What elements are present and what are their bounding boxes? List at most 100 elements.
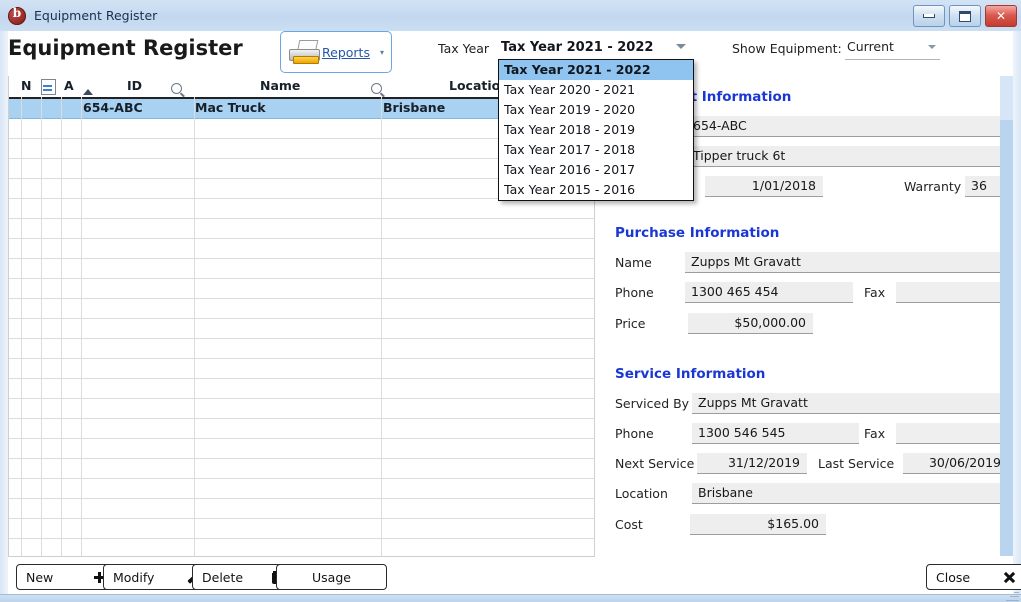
- new-button[interactable]: New: [16, 564, 115, 590]
- table-row-empty[interactable]: [9, 519, 594, 539]
- equipment-register-window: Equipment Register ✕ Equipment Register …: [0, 0, 1021, 602]
- printer-icon: [287, 40, 321, 64]
- dropdown-option[interactable]: Tax Year 2019 - 2020: [499, 100, 693, 120]
- name-search-icon[interactable]: [371, 82, 382, 97]
- column-header-name[interactable]: Name: [260, 78, 300, 93]
- chevron-down-icon[interactable]: [928, 45, 936, 49]
- tax-year-label: Tax Year: [438, 41, 490, 56]
- equipment-description-field[interactable]: Tipper truck 6t: [687, 146, 1008, 167]
- usage-label: Usage: [312, 569, 351, 585]
- column-icon-header[interactable]: [41, 79, 56, 98]
- service-cost-field[interactable]: $165.00: [690, 514, 826, 535]
- report-column-icon: [41, 79, 56, 95]
- tax-year-dropdown-list[interactable]: Tax Year 2021 - 2022 Tax Year 2020 - 2021…: [498, 59, 694, 201]
- footer-toolbar: New Modify Delete Usage Close: [8, 560, 1021, 595]
- dropdown-option[interactable]: Tax Year 2015 - 2016: [499, 180, 693, 200]
- column-header-id[interactable]: ID: [127, 78, 142, 93]
- purchase-name-field[interactable]: Zupps Mt Gravatt: [685, 252, 1008, 273]
- scrollbar-thumb[interactable]: [1000, 76, 1013, 120]
- table-row-empty[interactable]: [9, 539, 594, 556]
- table-row-empty[interactable]: [9, 259, 594, 279]
- serviced-by-field[interactable]: Zupps Mt Gravatt: [692, 393, 1008, 414]
- tax-year-select[interactable]: Tax Year 2021 - 2022: [498, 38, 692, 61]
- table-row-empty[interactable]: [9, 459, 594, 479]
- service-phone-label: Phone: [615, 426, 654, 441]
- table-row-empty[interactable]: [9, 319, 594, 339]
- window-right-edge: [1013, 31, 1021, 602]
- title-bar: Equipment Register ✕: [0, 0, 1021, 32]
- serviced-by-label: Serviced By: [615, 396, 690, 411]
- dropdown-option[interactable]: Tax Year 2017 - 2018: [499, 140, 693, 160]
- chevron-down-icon[interactable]: ▾: [373, 48, 391, 57]
- table-row-empty[interactable]: [9, 399, 594, 419]
- close-icon: [1003, 571, 1015, 583]
- purchase-information-title: Purchase Information: [615, 225, 780, 241]
- service-location-value: Brisbane: [698, 485, 753, 500]
- table-row-empty[interactable]: [9, 239, 594, 259]
- service-location-label: Location: [615, 486, 668, 501]
- purchase-fax-field[interactable]: [896, 282, 1008, 303]
- maximize-button[interactable]: [949, 5, 981, 27]
- table-row-empty[interactable]: [9, 279, 594, 299]
- new-label: New: [26, 569, 54, 585]
- purchase-phone-value: 1300 465 454: [691, 284, 779, 299]
- dropdown-option[interactable]: Tax Year 2021 - 2022: [499, 60, 693, 80]
- panel-scrollbar[interactable]: [1000, 76, 1013, 556]
- column-header-n[interactable]: N: [21, 78, 31, 93]
- id-search-icon[interactable]: [171, 82, 182, 97]
- show-equipment-label: Show Equipment:: [732, 41, 842, 56]
- table-row-empty[interactable]: [9, 219, 594, 239]
- next-service-label: Next Service: [615, 456, 695, 471]
- table-row-empty[interactable]: [9, 199, 594, 219]
- next-service-field[interactable]: 31/12/2019: [697, 453, 807, 474]
- table-row-empty[interactable]: [9, 499, 594, 519]
- purchase-price-label: Price: [615, 316, 646, 331]
- delete-label: Delete: [202, 569, 244, 585]
- equipment-id-value: 654-ABC: [693, 118, 747, 133]
- table-row-empty[interactable]: [9, 419, 594, 439]
- window-left-edge: [0, 31, 8, 602]
- purchase-price-value: $50,000.00: [734, 315, 806, 330]
- minimize-button[interactable]: [913, 5, 945, 27]
- table-row-empty[interactable]: [9, 359, 594, 379]
- purchase-phone-field[interactable]: 1300 465 454: [685, 282, 853, 303]
- page-title: Equipment Register: [8, 36, 243, 60]
- tax-year-value: Tax Year 2021 - 2022: [501, 40, 654, 55]
- service-fax-field[interactable]: [896, 423, 1008, 444]
- equipment-id-field[interactable]: 654-ABC: [687, 116, 1008, 137]
- service-location-field[interactable]: Brisbane: [692, 483, 1008, 504]
- chevron-down-icon[interactable]: [676, 44, 686, 49]
- equipment-description-value: Tipper truck 6t: [693, 148, 786, 163]
- warranty-value: 36: [971, 178, 987, 193]
- service-phone-field[interactable]: 1300 546 545: [692, 423, 859, 444]
- column-header-a[interactable]: A: [64, 78, 74, 93]
- service-cost-label: Cost: [615, 517, 643, 532]
- cell-id: 654-ABC: [83, 100, 143, 115]
- table-row-empty[interactable]: [9, 339, 594, 359]
- dropdown-option[interactable]: Tax Year 2018 - 2019: [499, 120, 693, 140]
- service-fax-label: Fax: [864, 426, 886, 441]
- serviced-by-value: Zupps Mt Gravatt: [698, 395, 808, 410]
- purchase-name-label: Name: [615, 255, 652, 270]
- reports-button[interactable]: Reports ▾: [280, 31, 392, 73]
- usage-button[interactable]: Usage: [276, 564, 387, 590]
- resize-grip[interactable]: [1005, 587, 1019, 601]
- last-service-field[interactable]: 30/06/2019: [903, 453, 1008, 474]
- close-window-button[interactable]: ✕: [985, 5, 1017, 27]
- equipment-date-field[interactable]: 1/01/2018: [705, 176, 823, 197]
- purchase-price-field[interactable]: $50,000.00: [688, 313, 813, 334]
- cell-name: Mac Truck: [195, 100, 266, 115]
- table-row-empty[interactable]: [9, 479, 594, 499]
- last-service-value: 30/06/2019: [928, 455, 1001, 470]
- close-icon: ✕: [995, 9, 1007, 23]
- purchase-fax-label: Fax: [864, 285, 886, 300]
- show-equipment-select[interactable]: Current: [845, 38, 940, 60]
- table-row-empty[interactable]: [9, 439, 594, 459]
- dropdown-option[interactable]: Tax Year 2020 - 2021: [499, 80, 693, 100]
- warranty-label: Warranty: [904, 179, 962, 194]
- table-row-empty[interactable]: [9, 379, 594, 399]
- dropdown-option[interactable]: Tax Year 2016 - 2017: [499, 160, 693, 180]
- last-service-label: Last Service: [818, 456, 895, 471]
- table-row-empty[interactable]: [9, 299, 594, 319]
- sort-ascending-icon[interactable]: [83, 83, 93, 98]
